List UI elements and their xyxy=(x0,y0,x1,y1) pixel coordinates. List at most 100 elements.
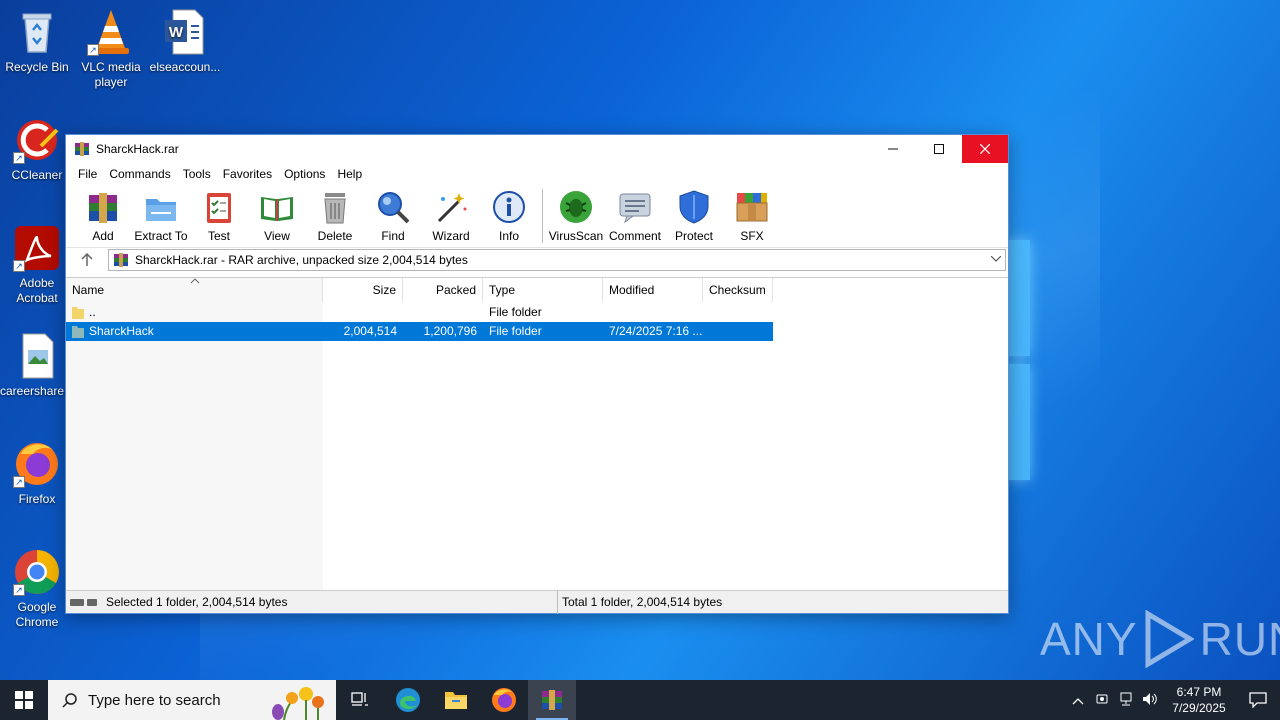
extract-to-button[interactable]: Extract To xyxy=(132,189,190,243)
desktop-icon-firefox[interactable]: ↗ Firefox xyxy=(0,440,74,507)
menu-favorites[interactable]: Favorites xyxy=(217,167,278,181)
notification-button[interactable] xyxy=(1236,692,1280,708)
meet-now-icon[interactable] xyxy=(1090,692,1114,709)
desktop-icon-vlc[interactable]: ↗ VLC media player xyxy=(74,8,148,90)
file-list: Name Size Packed Type Modified Checksum … xyxy=(66,277,1008,590)
shortcut-arrow-icon: ↗ xyxy=(13,476,25,488)
folder-icon xyxy=(72,306,84,319)
column-header-checksum[interactable]: Checksum xyxy=(703,278,773,302)
add-button[interactable]: Add xyxy=(74,189,132,243)
column-header-name[interactable]: Name xyxy=(66,278,323,302)
test-button[interactable]: Test xyxy=(190,189,248,243)
taskbar-winrar[interactable] xyxy=(528,680,576,720)
virusscan-button[interactable]: VirusScan xyxy=(547,189,605,243)
menu-file[interactable]: File xyxy=(72,167,103,181)
clock-date: 7/29/2025 xyxy=(1172,701,1226,715)
maximize-button[interactable] xyxy=(916,135,962,163)
winrar-window: SharckHack.rar File Commands Tools Favor… xyxy=(65,134,1009,614)
vlc-cone-icon: ↗ xyxy=(87,8,135,56)
menu-commands[interactable]: Commands xyxy=(103,167,176,181)
toolbar-separator xyxy=(542,189,543,243)
network-icon[interactable] xyxy=(1114,692,1138,709)
taskbar-search-box[interactable]: Type here to search xyxy=(48,680,336,720)
find-button[interactable]: Find xyxy=(364,189,422,243)
close-button[interactable] xyxy=(962,135,1008,163)
path-dropdown[interactable]: SharckHack.rar - RAR archive, unpacked s… xyxy=(108,248,1006,271)
window-title: SharckHack.rar xyxy=(96,142,179,156)
view-button[interactable]: View xyxy=(248,189,306,243)
column-header-size[interactable]: Size xyxy=(323,278,403,302)
system-tray: 6:47 PM 7/29/2025 xyxy=(1066,680,1280,720)
menu-options[interactable]: Options xyxy=(278,167,331,181)
chevron-down-icon[interactable] xyxy=(987,254,1005,265)
shortcut-arrow-icon: ↗ xyxy=(13,260,25,272)
table-row-parent[interactable]: .. File folder xyxy=(66,303,773,322)
windows-start-icon xyxy=(15,691,33,709)
view-book-icon xyxy=(261,197,293,221)
desktop-icon-careershare[interactable]: careershare... xyxy=(0,332,74,399)
desktop-icon-adobe-acrobat[interactable]: ↗ Adobe Acrobat xyxy=(0,224,74,306)
clock-time: 6:47 PM xyxy=(1176,685,1222,699)
wizard-button[interactable]: Wizard xyxy=(422,189,480,243)
firefox-icon xyxy=(492,688,516,712)
close-icon xyxy=(980,144,990,154)
minimize-button[interactable] xyxy=(870,135,916,163)
taskbar-edge[interactable] xyxy=(384,680,432,720)
taskbar: Type here to search 6:47 PM 7/29/2025 xyxy=(0,680,1280,720)
svg-text:W: W xyxy=(169,24,184,41)
up-folder-button[interactable] xyxy=(66,248,108,272)
desktop-icon-label: VLC media player xyxy=(81,60,141,89)
menu-help[interactable]: Help xyxy=(331,167,368,181)
sort-ascending-icon xyxy=(190,278,200,284)
column-header-packed[interactable]: Packed xyxy=(403,278,483,302)
status-selected-text: Selected 1 folder, 2,004,514 bytes xyxy=(106,595,288,609)
start-button[interactable] xyxy=(0,680,48,720)
desktop-icon-label: elseaccoun... xyxy=(149,60,221,74)
desktop-icon-recycle-bin[interactable]: Recycle Bin xyxy=(0,8,74,75)
delete-trash-icon xyxy=(324,193,346,224)
notification-icon xyxy=(1249,692,1267,708)
image-file-icon xyxy=(13,332,61,380)
address-bar: SharckHack.rar - RAR archive, unpacked s… xyxy=(66,247,1008,271)
firefox-icon: ↗ xyxy=(13,440,61,488)
key-icon xyxy=(87,598,97,606)
protect-shield-icon xyxy=(679,190,709,224)
task-view-button[interactable] xyxy=(336,680,384,720)
delete-button[interactable]: Delete xyxy=(306,189,364,243)
find-magnifier-icon xyxy=(378,192,410,224)
play-triangle-icon xyxy=(1145,610,1194,668)
info-button[interactable]: Info xyxy=(480,189,538,243)
add-archive-icon xyxy=(89,193,117,223)
desktop-icon-google-chrome[interactable]: ↗ Google Chrome xyxy=(0,548,74,630)
taskbar-clock[interactable]: 6:47 PM 7/29/2025 xyxy=(1162,684,1236,716)
desktop-icon-label: CCleaner xyxy=(11,168,63,182)
search-icon xyxy=(62,693,77,708)
shortcut-arrow-icon: ↗ xyxy=(13,152,25,164)
column-header-modified[interactable]: Modified xyxy=(603,278,703,302)
toolbar: Add Extract To Test View Delete Find Wiz… xyxy=(66,185,1008,247)
desktop-icon-label: careershare... xyxy=(0,384,75,398)
desktop-icon-label: Adobe Acrobat xyxy=(16,276,58,305)
sfx-button[interactable]: SFX xyxy=(723,189,781,243)
search-highlight-flowers-icon xyxy=(272,687,324,720)
drive-icon xyxy=(70,598,84,606)
chrome-icon: ↗ xyxy=(13,548,61,596)
volume-icon[interactable] xyxy=(1138,692,1162,709)
file-explorer-icon xyxy=(445,692,467,709)
desktop-icon-word-doc[interactable]: W elseaccoun... xyxy=(148,8,222,75)
recycle-bin-icon xyxy=(13,8,61,56)
table-row-sharckhack[interactable]: SharckHack 2,004,514 1,200,796 File fold… xyxy=(66,322,773,341)
extract-folder-icon xyxy=(146,199,176,221)
comment-button[interactable]: Comment xyxy=(605,189,665,243)
drive-icons[interactable] xyxy=(66,598,106,606)
chevron-up-icon[interactable] xyxy=(1066,693,1090,708)
edge-icon xyxy=(396,688,420,712)
title-bar[interactable]: SharckHack.rar xyxy=(66,135,1008,163)
desktop-icon-ccleaner[interactable]: ↗ CCleaner xyxy=(0,116,74,183)
word-document-icon: W xyxy=(161,8,209,56)
menu-tools[interactable]: Tools xyxy=(177,167,217,181)
column-header-type[interactable]: Type xyxy=(483,278,603,302)
protect-button[interactable]: Protect xyxy=(665,189,723,243)
taskbar-file-explorer[interactable] xyxy=(432,680,480,720)
taskbar-firefox[interactable] xyxy=(480,680,528,720)
